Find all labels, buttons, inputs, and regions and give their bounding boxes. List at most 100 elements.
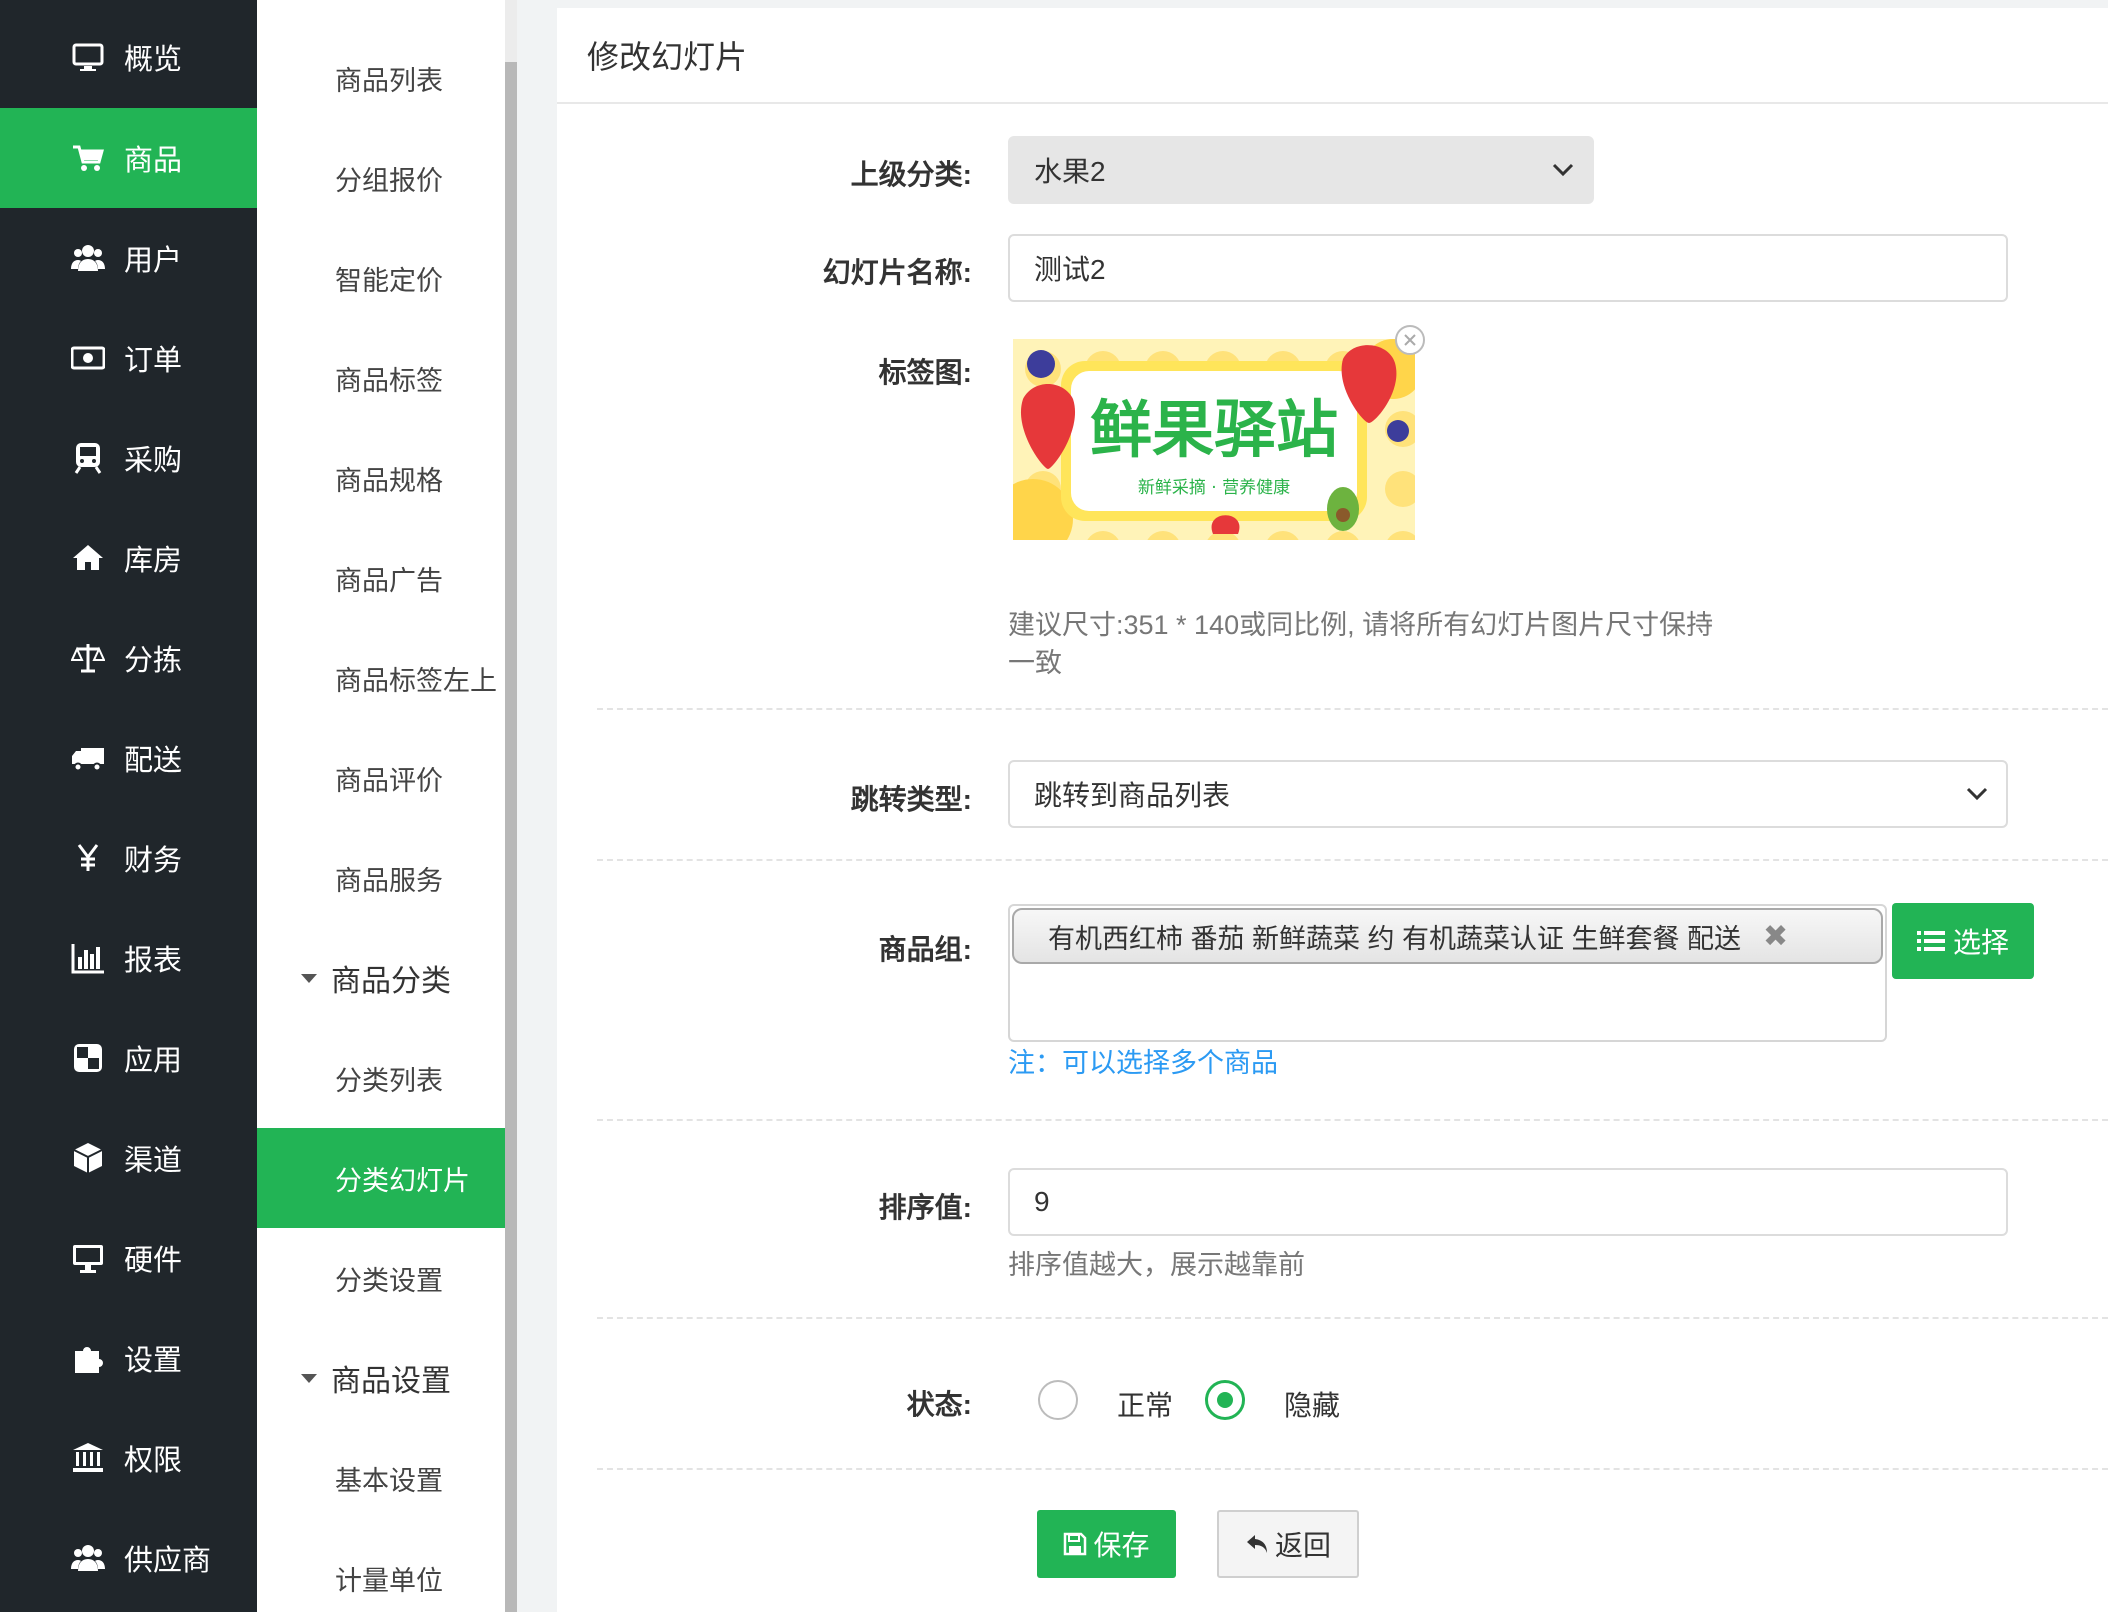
sort-value: 9 xyxy=(1034,1186,1050,1217)
subnav-item-goods-list[interactable]: 商品列表 xyxy=(257,28,505,128)
banner-title: 鲜果驿站 xyxy=(1090,393,1338,466)
subnav-item-services[interactable]: 商品服务 xyxy=(257,828,505,928)
subnav-item-units[interactable]: 计量单位 xyxy=(257,1528,505,1612)
nav-item-finance[interactable]: 财务 xyxy=(0,808,257,908)
nav-item-goods[interactable]: 商品 xyxy=(0,108,257,208)
secondary-sidebar: 商品列表 分组报价 智能定价 商品标签 商品规格 商品广告 商品标签左上 商品评… xyxy=(257,0,505,1612)
subnav-item-basic-settings[interactable]: 基本设置 xyxy=(257,1428,505,1528)
nav-item-users[interactable]: 用户 xyxy=(0,208,257,308)
select-products-button[interactable]: 选择 xyxy=(1892,903,2034,979)
back-button-label: 返回 xyxy=(1274,1530,1331,1561)
subnav-item-tag-top-left[interactable]: 商品标签左上 xyxy=(257,628,505,728)
product-tag-text: 有机西红柿 番茄 新鲜蔬菜 约 有机蔬菜认证 生鲜套餐 配送 xyxy=(1048,923,1742,954)
product-group-note: 注：可以选择多个商品 xyxy=(1008,1048,1278,1078)
subnav-item-goods-tags[interactable]: 商品标签 xyxy=(257,328,505,428)
truck-icon xyxy=(70,740,106,776)
jump-type-value: 跳转到商品列表 xyxy=(1034,780,1231,811)
nav-item-delivery[interactable]: 配送 xyxy=(0,708,257,808)
subnav-label: 商品广告 xyxy=(335,565,443,596)
subnav-item-smart-pricing[interactable]: 智能定价 xyxy=(257,228,505,328)
product-tag-chip: 有机西红柿 番茄 新鲜蔬菜 约 有机蔬菜认证 生鲜套餐 配送 ✖ xyxy=(1012,908,1883,964)
banner-subtitle: 新鲜采摘 · 营养健康 xyxy=(1138,478,1290,498)
subnav-label: 基本设置 xyxy=(335,1465,443,1496)
nav-item-warehouse[interactable]: 库房 xyxy=(0,508,257,608)
nav-item-supplier[interactable]: 供应商 xyxy=(0,1508,257,1608)
users-icon xyxy=(70,1540,106,1576)
nav-item-apps[interactable]: 应用 xyxy=(0,1008,257,1108)
status-hidden-radio[interactable] xyxy=(1205,1380,1245,1420)
train-icon xyxy=(70,440,106,476)
sort-input[interactable]: 9 xyxy=(1008,1168,2008,1236)
status-normal-label[interactable]: 正常 xyxy=(1117,1384,1173,1424)
close-icon xyxy=(1404,334,1416,346)
section-divider xyxy=(597,708,2108,710)
tag-image-label: 标签图: xyxy=(878,357,972,388)
status-hidden-label[interactable]: 隐藏 xyxy=(1284,1384,1340,1424)
sort-label: 排序值: xyxy=(878,1192,972,1223)
save-button[interactable]: 保存 xyxy=(1037,1510,1176,1578)
caret-down-icon xyxy=(301,1373,317,1383)
nav-item-label: 用户 xyxy=(124,245,183,277)
remove-image-button[interactable] xyxy=(1395,325,1425,355)
nav-item-label: 财务 xyxy=(124,845,183,877)
subnav-item-category-slides[interactable]: 分类幻灯片 xyxy=(257,1128,505,1228)
slide-name-input[interactable]: 测试2 xyxy=(1008,234,2008,302)
nav-item-label: 权限 xyxy=(124,1445,183,1477)
subnav-label: 分类列表 xyxy=(335,1065,443,1096)
nav-item-overview[interactable]: 概览 xyxy=(0,7,257,107)
subnav-group-label: 商品分类 xyxy=(331,965,451,998)
subnav-group-category[interactable]: 商品分类 xyxy=(257,928,505,1028)
subnav-item-goods-specs[interactable]: 商品规格 xyxy=(257,428,505,528)
parent-category-select[interactable]: 水果2 xyxy=(1008,136,1594,204)
nav-item-label: 订单 xyxy=(124,345,183,377)
nav-item-reports[interactable]: 报表 xyxy=(0,908,257,1008)
nav-item-channel[interactable]: 渠道 xyxy=(0,1108,257,1208)
jump-type-select[interactable]: 跳转到商品列表 xyxy=(1008,760,2008,828)
sidebar-scrollbar-thumb[interactable] xyxy=(505,62,517,1612)
remove-tag-icon[interactable]: ✖ xyxy=(1763,919,1788,954)
bank-icon xyxy=(70,1440,106,1476)
chevron-down-icon xyxy=(1552,163,1574,177)
yen-icon xyxy=(70,840,106,876)
product-group-label: 商品组: xyxy=(878,934,972,965)
select-button-label: 选择 xyxy=(1952,927,2009,958)
sort-hint: 排序值越大，展示越靠前 xyxy=(1008,1250,1305,1280)
nav-item-label: 库房 xyxy=(124,545,183,577)
subnav-item-category-settings[interactable]: 分类设置 xyxy=(257,1228,505,1328)
subnav-label: 分类幻灯片 xyxy=(335,1165,470,1196)
product-group-box[interactable]: 有机西红柿 番茄 新鲜蔬菜 约 有机蔬菜认证 生鲜套餐 配送 ✖ xyxy=(1008,904,1887,1042)
chevron-down-icon xyxy=(1966,787,1988,801)
save-button-label: 保存 xyxy=(1093,1530,1150,1561)
subnav-item-category-list[interactable]: 分类列表 xyxy=(257,1028,505,1128)
parent-category-value: 水果2 xyxy=(1034,156,1106,187)
subnav-label: 商品规格 xyxy=(335,465,443,496)
subnav-label: 商品标签左上 xyxy=(335,665,497,696)
subnav-group-goods-settings[interactable]: 商品设置 xyxy=(257,1328,505,1428)
nav-item-settings[interactable]: 设置 xyxy=(0,1308,257,1408)
subnav-label: 商品评价 xyxy=(335,765,443,796)
subnav-label: 分组报价 xyxy=(335,165,443,196)
subnav-item-group-pricing[interactable]: 分组报价 xyxy=(257,128,505,228)
tag-image-thumbnail[interactable]: 鲜果驿站 新鲜采摘 · 营养健康 xyxy=(993,339,1423,559)
users-icon xyxy=(70,240,106,276)
nav-item-purchase[interactable]: 采购 xyxy=(0,408,257,508)
nav-item-sorting[interactable]: 分拣 xyxy=(0,608,257,708)
subnav-label: 分类设置 xyxy=(335,1265,443,1296)
status-label: 状态: xyxy=(906,1389,972,1420)
subnav-label: 智能定价 xyxy=(335,265,443,296)
nav-item-orders[interactable]: 订单 xyxy=(0,308,257,408)
nav-item-label: 采购 xyxy=(124,445,183,477)
caret-down-icon xyxy=(301,973,317,983)
status-normal-radio[interactable] xyxy=(1038,1380,1078,1420)
nav-item-hardware[interactable]: 硬件 xyxy=(0,1208,257,1308)
nav-item-permissions[interactable]: 权限 xyxy=(0,1408,257,1508)
bar-chart-icon xyxy=(70,940,106,976)
subnav-item-goods-ads[interactable]: 商品广告 xyxy=(257,528,505,628)
subnav-item-reviews[interactable]: 商品评价 xyxy=(257,728,505,828)
section-divider xyxy=(597,859,2108,861)
nav-item-label: 渠道 xyxy=(124,1145,183,1177)
home-icon xyxy=(70,540,106,576)
back-button[interactable]: 返回 xyxy=(1217,1510,1359,1578)
subnav-label: 计量单位 xyxy=(335,1565,443,1596)
section-divider xyxy=(597,1317,2108,1319)
